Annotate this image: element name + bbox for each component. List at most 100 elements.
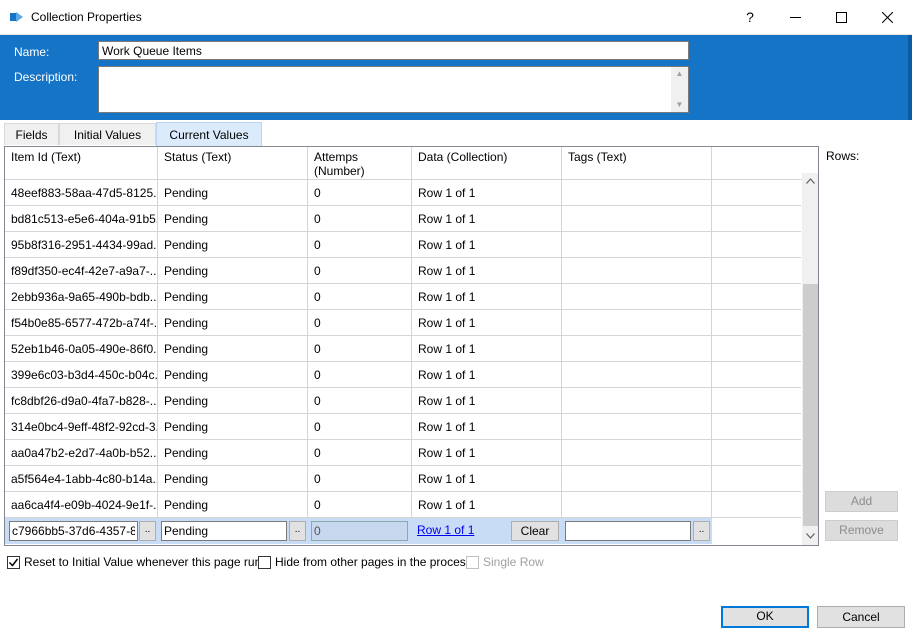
cell-status[interactable]: Pending [158, 492, 308, 518]
description-scrollbar[interactable]: ▲ ▼ [671, 67, 688, 112]
cell-data[interactable]: Row 1 of 1 [412, 206, 562, 232]
table-row[interactable]: a5f564e4-1abb-4c80-b14a... Pending 0 Row… [5, 466, 801, 492]
cell-attempts[interactable]: 0 [308, 362, 412, 388]
reset-option[interactable]: Reset to Initial Value whenever this pag… [7, 555, 267, 569]
tags-browse-button[interactable]: .. [693, 521, 710, 541]
add-row-button[interactable]: Add [825, 491, 898, 512]
column-header-tags[interactable]: Tags (Text) [562, 147, 712, 180]
table-row[interactable]: 52eb1b46-0a05-490e-86f0... Pending 0 Row… [5, 336, 801, 362]
cell-attempts[interactable]: 0 [308, 388, 412, 414]
help-button[interactable]: ? [727, 0, 773, 34]
remove-row-button[interactable]: Remove [825, 520, 898, 541]
status-input[interactable] [161, 521, 287, 541]
item-id-input[interactable] [9, 521, 138, 541]
minimize-button[interactable] [772, 0, 818, 34]
cell-attempts[interactable]: 0 [308, 336, 412, 362]
cell-item-id[interactable]: f54b0e85-6577-472b-a74f-... [5, 310, 158, 336]
cell-status[interactable]: Pending [158, 284, 308, 310]
table-row[interactable]: aa6ca4f4-e09b-4024-9e1f-... Pending 0 Ro… [5, 492, 801, 518]
cell-status[interactable]: Pending [158, 440, 308, 466]
table-row[interactable]: 399e6c03-b3d4-450c-b04c... Pending 0 Row… [5, 362, 801, 388]
cell-status[interactable]: Pending [158, 466, 308, 492]
cell-tags[interactable] [562, 336, 712, 362]
cell-tags[interactable] [562, 284, 712, 310]
cell-status[interactable]: Pending [158, 362, 308, 388]
collection-grid[interactable]: Item Id (Text) Status (Text) Attemps (Nu… [4, 146, 819, 546]
chevron-up-icon[interactable]: ▲ [671, 67, 688, 81]
cell-item-id[interactable]: 48eef883-58aa-47d5-8125... [5, 180, 158, 206]
table-row[interactable]: aa0a47b2-e2d7-4a0b-b52... Pending 0 Row … [5, 440, 801, 466]
cell-data[interactable]: Row 1 of 1 [412, 336, 562, 362]
column-header-data[interactable]: Data (Collection) [412, 147, 562, 180]
cell-tags[interactable] [562, 206, 712, 232]
cell-item-id[interactable]: aa6ca4f4-e09b-4024-9e1f-... [5, 492, 158, 518]
cell-data[interactable]: Row 1 of 1 [412, 362, 562, 388]
cell-tags[interactable] [562, 414, 712, 440]
single-row-checkbox[interactable] [466, 555, 479, 569]
tab-fields[interactable]: Fields [4, 123, 59, 145]
cell-data[interactable]: Row 1 of 1 [412, 232, 562, 258]
status-browse-button[interactable]: .. [289, 521, 306, 541]
grid-vertical-scrollbar[interactable] [802, 173, 818, 545]
cell-tags[interactable] [562, 180, 712, 206]
cell-item-id[interactable]: 2ebb936a-9a65-490b-bdb... [5, 284, 158, 310]
cell-data[interactable]: Row 1 of 1 [412, 466, 562, 492]
table-row[interactable]: 95b8f316-2951-4434-99ad... Pending 0 Row… [5, 232, 801, 258]
cell-tags[interactable] [562, 388, 712, 414]
close-button[interactable] [864, 0, 910, 34]
cell-item-id[interactable]: a5f564e4-1abb-4c80-b14a... [5, 466, 158, 492]
cell-tags[interactable] [562, 232, 712, 258]
cell-data[interactable]: Row 1 of 1 [412, 180, 562, 206]
cell-item-id[interactable]: 314e0bc4-9eff-48f2-92cd-3... [5, 414, 158, 440]
single-row-option[interactable]: Single Row [466, 555, 544, 569]
clear-button[interactable]: Clear [511, 521, 559, 541]
cell-status[interactable]: Pending [158, 388, 308, 414]
column-header-status[interactable]: Status (Text) [158, 147, 308, 180]
cell-attempts[interactable]: 0 [308, 206, 412, 232]
table-row[interactable]: 48eef883-58aa-47d5-8125... Pending 0 Row… [5, 180, 801, 206]
cell-attempts[interactable]: 0 [308, 284, 412, 310]
cell-attempts[interactable]: 0 [308, 180, 412, 206]
cancel-button[interactable]: Cancel [817, 606, 905, 628]
cell-data[interactable]: Row 1 of 1 [412, 388, 562, 414]
chevron-up-icon[interactable] [802, 173, 818, 190]
cell-attempts[interactable]: 0 [308, 440, 412, 466]
cell-attempts[interactable]: 0 [308, 414, 412, 440]
maximize-button[interactable] [818, 0, 864, 34]
reset-checkbox[interactable] [7, 555, 20, 569]
column-header-attempts[interactable]: Attemps (Number) [308, 147, 412, 180]
cell-tags[interactable] [562, 310, 712, 336]
table-row[interactable]: bd81c513-e5e6-404a-91b5... Pending 0 Row… [5, 206, 801, 232]
item-id-browse-button[interactable]: .. [139, 521, 156, 541]
cell-attempts[interactable]: 0 [308, 232, 412, 258]
cell-item-id[interactable]: 399e6c03-b3d4-450c-b04c... [5, 362, 158, 388]
edit-row[interactable]: .. .. Row 1 of 1 Clear .. [5, 518, 712, 544]
attempts-input[interactable] [311, 521, 408, 541]
tab-current-values[interactable]: Current Values [156, 122, 262, 146]
table-row[interactable]: 2ebb936a-9a65-490b-bdb... Pending 0 Row … [5, 284, 801, 310]
chevron-down-icon[interactable] [802, 528, 818, 545]
cell-data[interactable]: Row 1 of 1 [412, 440, 562, 466]
column-header-item-id[interactable]: Item Id (Text) [5, 147, 158, 180]
table-row[interactable]: fc8dbf26-d9a0-4fa7-b828-... Pending 0 Ro… [5, 388, 801, 414]
table-row[interactable]: 314e0bc4-9eff-48f2-92cd-3... Pending 0 R… [5, 414, 801, 440]
cell-item-id[interactable]: fc8dbf26-d9a0-4fa7-b828-... [5, 388, 158, 414]
cell-data[interactable]: Row 1 of 1 [412, 284, 562, 310]
cell-tags[interactable] [562, 362, 712, 388]
cell-status[interactable]: Pending [158, 310, 308, 336]
description-input[interactable]: ▲ ▼ [98, 66, 689, 113]
tab-initial-values[interactable]: Initial Values [59, 123, 156, 145]
chevron-down-icon[interactable]: ▼ [671, 98, 688, 112]
cell-tags[interactable] [562, 466, 712, 492]
tags-input[interactable] [565, 521, 691, 541]
name-input[interactable] [98, 41, 689, 60]
cell-data[interactable]: Row 1 of 1 [412, 258, 562, 284]
cell-status[interactable]: Pending [158, 336, 308, 362]
cell-attempts[interactable]: 0 [308, 466, 412, 492]
cell-status[interactable]: Pending [158, 206, 308, 232]
ok-button[interactable]: OK [721, 606, 809, 628]
cell-attempts[interactable]: 0 [308, 310, 412, 336]
table-row[interactable]: f54b0e85-6577-472b-a74f-... Pending 0 Ro… [5, 310, 801, 336]
cell-tags[interactable] [562, 440, 712, 466]
cell-item-id[interactable]: aa0a47b2-e2d7-4a0b-b52... [5, 440, 158, 466]
